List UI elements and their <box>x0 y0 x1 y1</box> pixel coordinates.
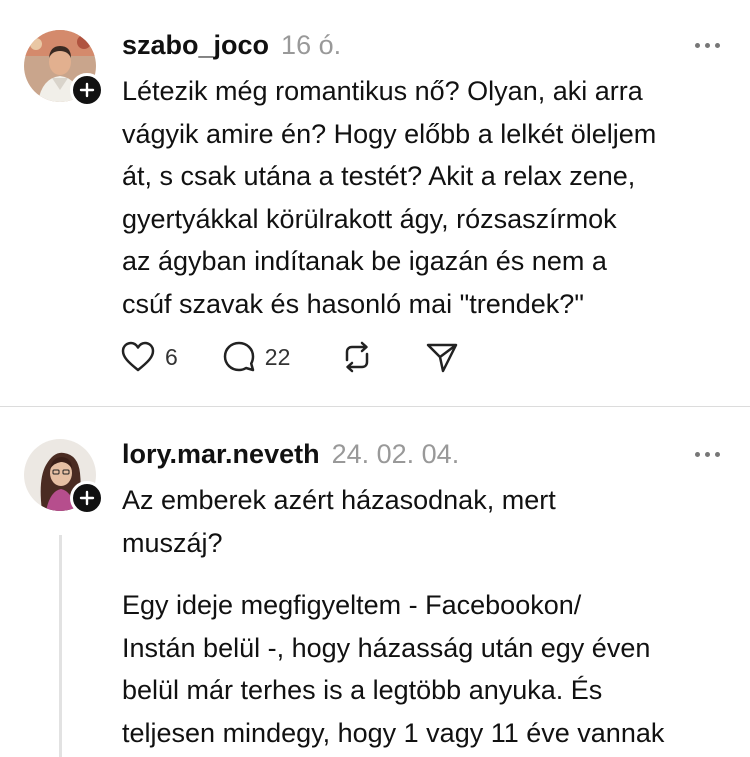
repost-button[interactable] <box>340 340 374 374</box>
like-button[interactable]: 6 <box>120 340 178 374</box>
follow-plus-icon[interactable] <box>70 481 104 515</box>
post-text-line: Instán belül -, hogy házasság után egy é… <box>122 632 651 663</box>
repost-icon <box>346 341 369 373</box>
post-text-line: gyertyákkal körülrakott ágy, rózsaszírmo… <box>122 203 617 234</box>
post-text-line: Egy ideje megfigyeltem - Facebookon/ <box>122 590 582 620</box>
post-time: 24. 02. 04. <box>331 439 460 469</box>
post-text-line: át, s csak utána a testét? Akit a relax … <box>122 161 636 191</box>
comment-count: 22 <box>264 343 291 370</box>
post-text-paragraph-2: Egy ideje megfigyeltem - Facebookon/ Ins… <box>122 584 732 754</box>
share-button[interactable] <box>425 340 459 374</box>
comment-icon <box>223 341 255 372</box>
more-icon[interactable] <box>695 43 720 48</box>
follow-plus-icon[interactable] <box>70 73 104 107</box>
comment-button[interactable]: 22 <box>222 340 291 374</box>
post-divider <box>0 406 750 407</box>
post-text-line: az ágyban indítanak be igazán és nem a <box>122 246 607 276</box>
more-icon[interactable] <box>695 452 720 457</box>
post-text: Az emberek azért házasodnak, mert muszáj… <box>122 479 732 564</box>
post-text-line: vágyik amire én? Hogy előbb a lelkét öle… <box>122 118 657 149</box>
post-text-line: Az emberek azért házasodnak, mert <box>122 485 556 515</box>
username[interactable]: szabo_joco <box>122 30 269 61</box>
post-text: Létezik még romantikus nő? Olyan, aki ar… <box>122 70 732 325</box>
post-actions: 6 22 <box>120 340 459 374</box>
post-text-line: csúf szavak és hasonló mai "trendek?" <box>122 288 584 319</box>
post-text-line: teljesen mindegy, hogy 1 vagy 11 éve van… <box>122 717 665 748</box>
thread-line <box>59 535 62 757</box>
post-time: 16 ó. <box>281 30 342 60</box>
post-text-line: muszáj? <box>122 527 223 558</box>
post-text-line: belül már terhes is a legtöbb anyuka. És <box>122 675 603 705</box>
post-text-line: Létezik még romantikus nő? Olyan, aki ar… <box>122 76 643 106</box>
heart-icon <box>121 341 155 372</box>
username[interactable]: lory.mar.neveth <box>122 439 320 470</box>
share-icon <box>427 343 458 373</box>
like-count: 6 <box>165 343 178 370</box>
